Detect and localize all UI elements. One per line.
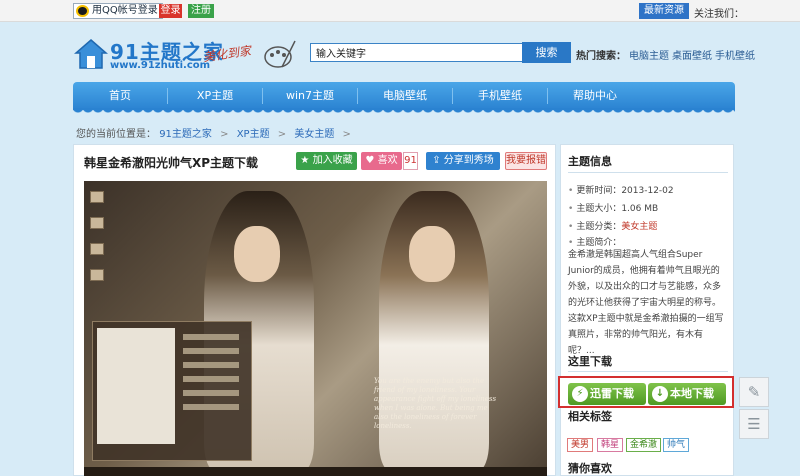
preview-quote: You are the enemy but also the friend of… (374, 377, 497, 430)
house-logo-icon[interactable] (74, 37, 108, 71)
like-count: 91 (403, 152, 418, 170)
breadcrumb-prefix: 您的当前位置是： (76, 129, 156, 140)
nav-item-win7[interactable]: win7主题 (263, 82, 357, 110)
info-update-time: • 更新时间：2013-12-02 (568, 186, 674, 196)
hot-link-desktop-wallpaper[interactable]: 桌面壁纸 (672, 51, 712, 62)
taskbar-preview (84, 467, 547, 476)
breadcrumb-sep: > (277, 129, 287, 140)
tag-handsome[interactable]: 美男 (567, 438, 594, 452)
theme-detail-panel: 韩星金希澈阳光帅气XP主题下载 ★ 加入收藏 ♥ 喜欢 91 ⇪ 分享到秀场 我… (73, 144, 556, 476)
guess-title: 猜你喜欢 (568, 462, 612, 475)
hot-link-phone-wallpaper[interactable]: 手机壁纸 (715, 51, 755, 62)
breadcrumb-category[interactable]: 美女主题 (294, 129, 334, 140)
download-title: 这里下载 (568, 355, 612, 368)
like-label: 喜欢 (377, 155, 398, 166)
login-button[interactable]: 登录 (159, 4, 182, 18)
hot-search: 热门搜索： 电脑主题 桌面壁纸 手机壁纸 (576, 47, 755, 62)
share-label: 分享到秀场 (443, 155, 494, 166)
download-icon: ↓ (652, 386, 668, 402)
site-url: www.91zhuti.com (110, 60, 211, 71)
palette-icon (264, 40, 296, 68)
share-button[interactable]: ⇪ 分享到秀场 (426, 152, 500, 170)
info-size: • 主题大小：1.06 MB (568, 204, 659, 214)
qq-login-label: 用QQ帐号登录 (92, 5, 158, 16)
add-favorite-label: 加入收藏 (312, 155, 353, 166)
search-input[interactable] (310, 43, 523, 62)
desktop-icon (90, 217, 104, 229)
qq-icon (76, 5, 89, 17)
breadcrumb-sep: > (342, 129, 351, 140)
desktop-icon (90, 243, 104, 255)
theme-info-sidebar: 主题信息 • 更新时间：2013-12-02 • 主题大小：1.06 MB • 主题分… (560, 144, 734, 476)
info-category: • 主题分类：美女主题 (568, 222, 658, 232)
local-download-label: 本地下载 (670, 387, 714, 400)
main-nav: 首页 XP主题 win7主题 电脑壁纸 手机壁纸 帮助中心 (73, 82, 735, 110)
page-title: 韩星金希澈阳光帅气XP主题下载 (84, 156, 259, 170)
latest-resources-button[interactable]: 最新资源 (639, 3, 689, 19)
tag-korean-star[interactable]: 韩星 (597, 438, 624, 452)
follow-us-label: 关注我们： (694, 9, 744, 20)
divider (568, 371, 728, 372)
report-error-button[interactable]: 我要报错 (505, 152, 547, 170)
nav-item-home[interactable]: 首页 (73, 82, 167, 110)
hot-search-label: 热门搜索： (576, 51, 626, 62)
category-link[interactable]: 美女主题 (621, 222, 657, 232)
like-button[interactable]: ♥ 喜欢 (361, 152, 402, 170)
hot-link-desktop-theme[interactable]: 电脑主题 (629, 51, 669, 62)
nav-item-pc-wallpaper[interactable]: 电脑壁纸 (358, 82, 452, 110)
tags-title: 相关标签 (568, 410, 612, 423)
breadcrumb: 您的当前位置是： 91主题之家 > XP主题 > 美女主题 > (76, 125, 356, 140)
thunder-icon: ⚡ (572, 386, 588, 402)
breadcrumb-xp[interactable]: XP主题 (237, 129, 270, 140)
search-button[interactable]: 搜索 (522, 42, 571, 63)
top-bar: 用QQ帐号登录 登录 注册 最新资源 关注我们： (0, 0, 800, 22)
nav-item-phone-wallpaper[interactable]: 手机壁纸 (453, 82, 547, 110)
nav-item-xp[interactable]: XP主题 (168, 82, 262, 110)
theme-preview-image: You are the enemy but also the friend of… (84, 181, 547, 476)
theme-intro-text: 金希澈是韩国超高人气组合Super Junior的成员，他拥有着帅气且眼光的外貌… (568, 250, 724, 356)
tag-cool[interactable]: 帅气 (663, 438, 690, 452)
desktop-icon (90, 191, 104, 203)
qq-login-button[interactable]: 用QQ帐号登录 (73, 3, 163, 19)
tag-kim-heechul[interactable]: 金希澈 (626, 438, 662, 452)
site-header: 91主题之家 www.91zhuti.com 美化到家 搜索 热门搜索：电脑主题… (0, 22, 800, 82)
start-menu-preview (92, 321, 252, 461)
thunder-download-label: 迅雷下载 (590, 387, 634, 400)
nav-item-help[interactable]: 帮助中心 (548, 82, 642, 110)
nav-wave-border (73, 108, 735, 116)
breadcrumb-sep: > (220, 129, 229, 140)
notes-icon[interactable]: ☰ (739, 409, 769, 439)
download-buttons-box: ⚡ 迅雷下载 ↓ 本地下载 (558, 376, 734, 408)
register-button[interactable]: 注册 (188, 4, 214, 18)
star-icon: ★ (300, 155, 310, 166)
share-icon: ⇪ (432, 155, 441, 166)
breadcrumb-home[interactable]: 91主题之家 (159, 129, 212, 140)
heart-icon: ♥ (365, 155, 375, 166)
thunder-download-button[interactable]: ⚡ 迅雷下载 (568, 383, 646, 405)
local-download-button[interactable]: ↓ 本地下载 (648, 383, 726, 405)
info-title: 主题信息 (568, 155, 612, 168)
desktop-icon (90, 269, 104, 281)
add-favorite-button[interactable]: ★ 加入收藏 (296, 152, 357, 170)
edit-icon[interactable]: ✎ (739, 377, 769, 407)
divider (568, 172, 728, 173)
